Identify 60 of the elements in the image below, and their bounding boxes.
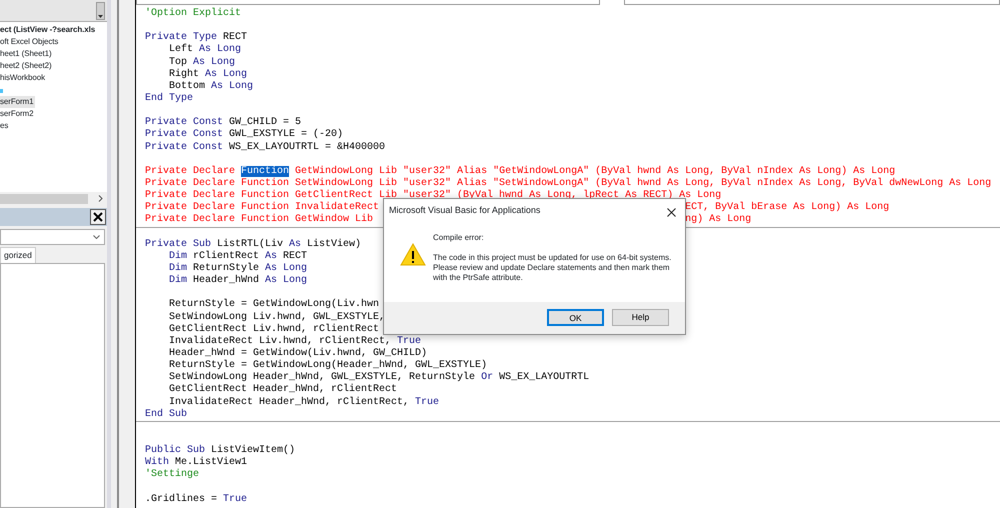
code-line: InvalidateRect Header_hWnd, rClientRect, True (168, 396, 440, 408)
code-line: Private Declare Function GetWindow Lib (144, 214, 374, 227)
tree-item[interactable]: heet2 (Sheet2) (0, 60, 54, 72)
code-line: Left As Long (168, 44, 242, 57)
code-line: Header_hWnd = GetWindow(Liv.hwnd, GW_CHILD) (168, 348, 428, 360)
code-line: End Type (144, 92, 194, 106)
close-icon[interactable] (667, 208, 676, 217)
code-line: ECT, ByVal bErase As Long) As Long (685, 202, 890, 214)
dialog-title: Microsoft Visual Basic for Applications (389, 204, 540, 217)
warning-icon (400, 243, 426, 266)
code-line: Top As Long (168, 56, 236, 68)
code-line: InvalidateRect Liv.hwnd, rClientRect, True (168, 336, 422, 348)
dialog-button[interactable]: Help (612, 309, 669, 326)
code-line: GetClientRect Header_hWnd, rClientRect (168, 384, 398, 396)
code-line: SetWindowLong Header_hWnd, GWL_EXSTYLE, ReturnStyle Or WS_EX_LAYOUTRTL (168, 372, 590, 384)
code-line: Public Sub ListViewItem() (144, 445, 296, 456)
close-button[interactable] (90, 209, 106, 225)
tree-item[interactable]: serForm2 (0, 108, 36, 120)
code-line: ng) As Long (685, 214, 752, 227)
code-line: Dim rClientRect As RECT (168, 250, 308, 262)
dropdown-icon (98, 14, 103, 19)
tree-item[interactable]: hisWorkbook (0, 72, 47, 84)
code-line: Right As Long (168, 68, 248, 81)
code-line: Dim Header_hWnd As Long (168, 275, 308, 288)
code-line: 'Option Explicit (144, 8, 242, 20)
error-heading: Compile error: (433, 232, 485, 244)
code-line: Private Const WS_EX_LAYOUTRTL = &H400000 (144, 142, 386, 154)
code-line: Private Type RECT (144, 32, 248, 44)
tree-item[interactable]: ect (ListView -?search.xls (0, 24, 98, 36)
procedure-combo[interactable] (624, 0, 1000, 5)
code-line: Private Declare Function GetWindowLong Lib "user32" Alias "GetWindowLongA" (ByVal hwnd As Long, ByVal nIndex As Long) As Long (144, 166, 896, 178)
code-line: 'Settinge (144, 469, 200, 482)
code-line: Bottom As Long (168, 80, 254, 93)
tree-item[interactable]: oft Excel Objects (0, 36, 60, 48)
tree-item[interactable]: es (0, 120, 10, 132)
code-line: Dim ReturnStyle As Long (168, 262, 308, 274)
code-line: ReturnStyle = GetWindowLong(Liv.hwn (168, 299, 380, 312)
chevron-down-icon (93, 235, 100, 239)
code-line: With Me.ListView1 (144, 457, 248, 468)
code-line: .Gridlines = True (144, 494, 248, 506)
code-line: Private Declare Function SetWindowLong Lib "user32" Alias "SetWindowLongA" (ByVal hwnd As Long, ByVal nIndex As Long, ByVal dwNewLong As Long (144, 178, 992, 190)
code-line: ReturnStyle = GetWindowLong(Header_hWnd, GWL_EXSTYLE) (168, 360, 488, 372)
code-line: Private Declare Function InvalidateRect (144, 202, 380, 214)
code-line: SetWindowLong Liv.hwnd, GWL_EXSTYLE, (168, 312, 386, 324)
dialog-button[interactable]: OK (547, 309, 604, 326)
code-line: Private Sub ListRTL(Liv As ListView) (144, 238, 362, 250)
tree-item[interactable]: heet1 (Sheet1) (0, 48, 54, 60)
code-line: End Sub (144, 408, 188, 421)
code-line: GetClientRect Liv.hwnd, rClientRect (168, 324, 380, 336)
code-line: Private Const GW_CHILD = 5 (144, 117, 302, 128)
chevron-right-icon[interactable] (98, 194, 103, 202)
close-icon (93, 212, 103, 222)
scroll-button[interactable] (96, 2, 105, 20)
folder-icon (0, 86, 3, 93)
object-combo[interactable] (136, 0, 600, 5)
code-line: Private Const GWL_EXSTYLE = (-20) (144, 129, 344, 142)
scrollbar-thumb[interactable] (0, 194, 88, 204)
tree-item[interactable]: serForm1 (0, 96, 36, 108)
properties-tab[interactable]: gorized (0, 247, 36, 263)
error-message: The code in this project must be updated for use on 64-bit systems. Please review and update Declare statements and then mark them with the PtrSafe attribute. (433, 253, 672, 283)
